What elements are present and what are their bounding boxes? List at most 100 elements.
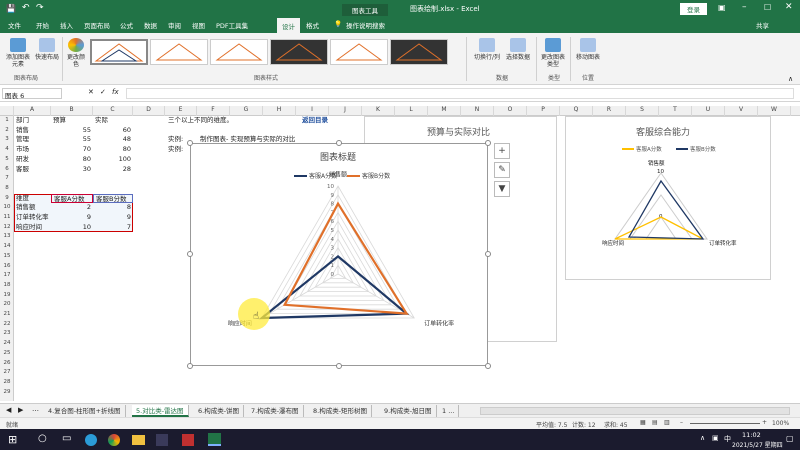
page-layout-view-icon[interactable]: ▤ — [652, 419, 658, 426]
switch-row-column-button[interactable]: 切换行/列 — [472, 38, 502, 61]
clock-date[interactable]: 2021/5/27 星期四 — [732, 440, 783, 449]
row-header[interactable]: 17 — [0, 271, 14, 281]
row-header[interactable]: 16 — [0, 262, 14, 272]
chart-styles-button[interactable]: ✎ — [494, 162, 510, 178]
enter-icon[interactable]: ✓ — [100, 88, 106, 96]
task-view-icon[interactable]: ▭ — [62, 433, 71, 444]
table-cell[interactable]: 响应时间 — [14, 223, 51, 233]
tab-view[interactable]: 视图 — [192, 20, 205, 30]
row-header[interactable]: 23 — [0, 329, 14, 339]
column-header[interactable]: M — [428, 106, 461, 116]
table-cell[interactable]: 55 — [51, 135, 93, 145]
resize-handle[interactable] — [336, 363, 342, 369]
zoom-level[interactable]: 100% — [772, 420, 789, 427]
row-header[interactable]: 11 — [0, 213, 14, 223]
resize-handle[interactable] — [485, 251, 491, 257]
table-cell[interactable]: 订单转化率 — [14, 213, 51, 223]
network-icon[interactable]: ▣ — [712, 434, 719, 442]
change-colors-button[interactable]: 更改颜色 — [66, 38, 86, 68]
row-header[interactable]: 13 — [0, 232, 14, 242]
table-cell[interactable]: 100 — [93, 155, 133, 165]
row-header[interactable]: 28 — [0, 378, 14, 388]
redo-icon[interactable]: ↷ — [36, 3, 44, 13]
add-chart-element-button[interactable]: 添加图表元素 — [4, 38, 32, 68]
row-header[interactable]: 12 — [0, 223, 14, 233]
tab-formulas[interactable]: 公式 — [120, 20, 133, 30]
table-cell[interactable]: 28 — [93, 165, 133, 175]
tab-more-icon[interactable]: … — [32, 405, 39, 413]
service-chart-small[interactable]: 客服综合能力 客服A分数 客服B分数 销售额 10 0 订单转化率 响应时间 — [565, 116, 771, 280]
table-header[interactable]: 客服B分数 — [93, 193, 133, 204]
status-average[interactable]: 平均值: 7.5 — [536, 420, 567, 429]
close-icon[interactable]: ✕ — [785, 2, 793, 12]
chart-style-6[interactable] — [390, 39, 448, 65]
name-box[interactable]: 图表 6 — [2, 88, 62, 100]
column-header[interactable]: O — [494, 106, 527, 116]
resize-handle[interactable] — [187, 140, 193, 146]
column-header[interactable]: G — [230, 106, 263, 116]
row-header[interactable]: 21 — [0, 310, 14, 320]
row-header[interactable]: 15 — [0, 252, 14, 262]
column-header[interactable]: S — [626, 106, 659, 116]
app-icon[interactable] — [182, 434, 194, 446]
tab-pdf-tools[interactable]: PDF工具集 — [216, 20, 248, 30]
maximize-icon[interactable]: ☐ — [764, 3, 771, 12]
table-cell[interactable]: 55 — [51, 126, 93, 136]
edge-icon[interactable] — [85, 434, 97, 446]
undo-icon[interactable]: ↶ — [22, 3, 30, 13]
chart-title[interactable]: 预算与实际对比 — [427, 125, 490, 138]
select-all-corner[interactable] — [0, 106, 14, 116]
table-cell[interactable]: 10 — [51, 223, 93, 233]
row-header[interactable]: 5 — [0, 155, 14, 165]
zoom-in-icon[interactable]: + — [762, 419, 767, 426]
move-chart-button[interactable]: 移动图表 — [574, 38, 602, 61]
note-text[interactable]: 三个以上不同的维度。 — [166, 116, 286, 126]
row-header[interactable]: 4 — [0, 145, 14, 155]
column-header[interactable]: J — [329, 106, 362, 116]
column-header[interactable]: W — [758, 106, 791, 116]
normal-view-icon[interactable]: ▦ — [640, 419, 646, 426]
tab-design[interactable]: 设计 — [277, 18, 300, 33]
row-header[interactable]: 20 — [0, 300, 14, 310]
tab-data[interactable]: 数据 — [144, 20, 157, 30]
row-header[interactable]: 7 — [0, 174, 14, 184]
table-cell[interactable]: 9 — [51, 213, 93, 223]
column-header[interactable]: Q — [560, 106, 593, 116]
tab-scroll-right-icon[interactable]: ▶ — [18, 406, 23, 414]
tab-review[interactable]: 审阅 — [168, 20, 181, 30]
notification-icon[interactable]: ▢ — [786, 434, 794, 443]
column-header[interactable]: I — [296, 106, 329, 116]
table-header[interactable]: 部门 — [14, 116, 51, 126]
column-header[interactable]: D — [133, 106, 165, 116]
radar-chart[interactable]: 图表标题 客服A分数 客服B分数 0 1 2 3 4 5 6 7 8 9 10 销售额 订单转化率 响应时… — [190, 143, 488, 366]
function-icon[interactable]: fx — [112, 88, 119, 96]
resize-handle[interactable] — [336, 140, 342, 146]
resize-handle[interactable] — [187, 251, 193, 257]
minimize-icon[interactable]: – — [742, 2, 747, 12]
chart-filters-button[interactable]: ▼ — [494, 181, 510, 197]
row-header[interactable]: 18 — [0, 281, 14, 291]
autosave-icon[interactable]: 💾 — [6, 4, 16, 13]
row-header[interactable]: 9 — [0, 194, 14, 204]
column-header[interactable]: E — [165, 106, 197, 116]
radar-plot[interactable]: 012345678910销售额订单转化率响应时间 — [191, 144, 489, 367]
row-header[interactable]: 6 — [0, 165, 14, 175]
table-cell[interactable]: 80 — [51, 155, 93, 165]
tab-insert[interactable]: 插入 — [60, 20, 73, 30]
column-header[interactable]: N — [461, 106, 494, 116]
row-header[interactable]: 3 — [0, 135, 14, 145]
chart-style-4[interactable] — [270, 39, 328, 65]
sheet-tab[interactable]: 6.构成类-饼图 — [194, 405, 245, 417]
ime-icon[interactable]: 中 — [724, 434, 731, 444]
tab-home[interactable]: 开始 — [36, 20, 49, 30]
zoom-slider[interactable] — [690, 423, 760, 424]
chart-style-3[interactable] — [210, 39, 268, 65]
status-count[interactable]: 计数: 12 — [572, 420, 596, 429]
search-icon[interactable]: ○ — [38, 433, 47, 444]
sheet-tab[interactable]: 8.构成类-矩形树图 — [309, 405, 373, 417]
row-header[interactable]: 29 — [0, 388, 14, 398]
sheet-tab[interactable]: 9.构成类-旭日图 — [380, 405, 437, 417]
table-cell[interactable]: 管理 — [14, 135, 51, 145]
chrome-icon[interactable] — [108, 434, 120, 446]
table-header[interactable]: 实际 — [93, 116, 133, 126]
